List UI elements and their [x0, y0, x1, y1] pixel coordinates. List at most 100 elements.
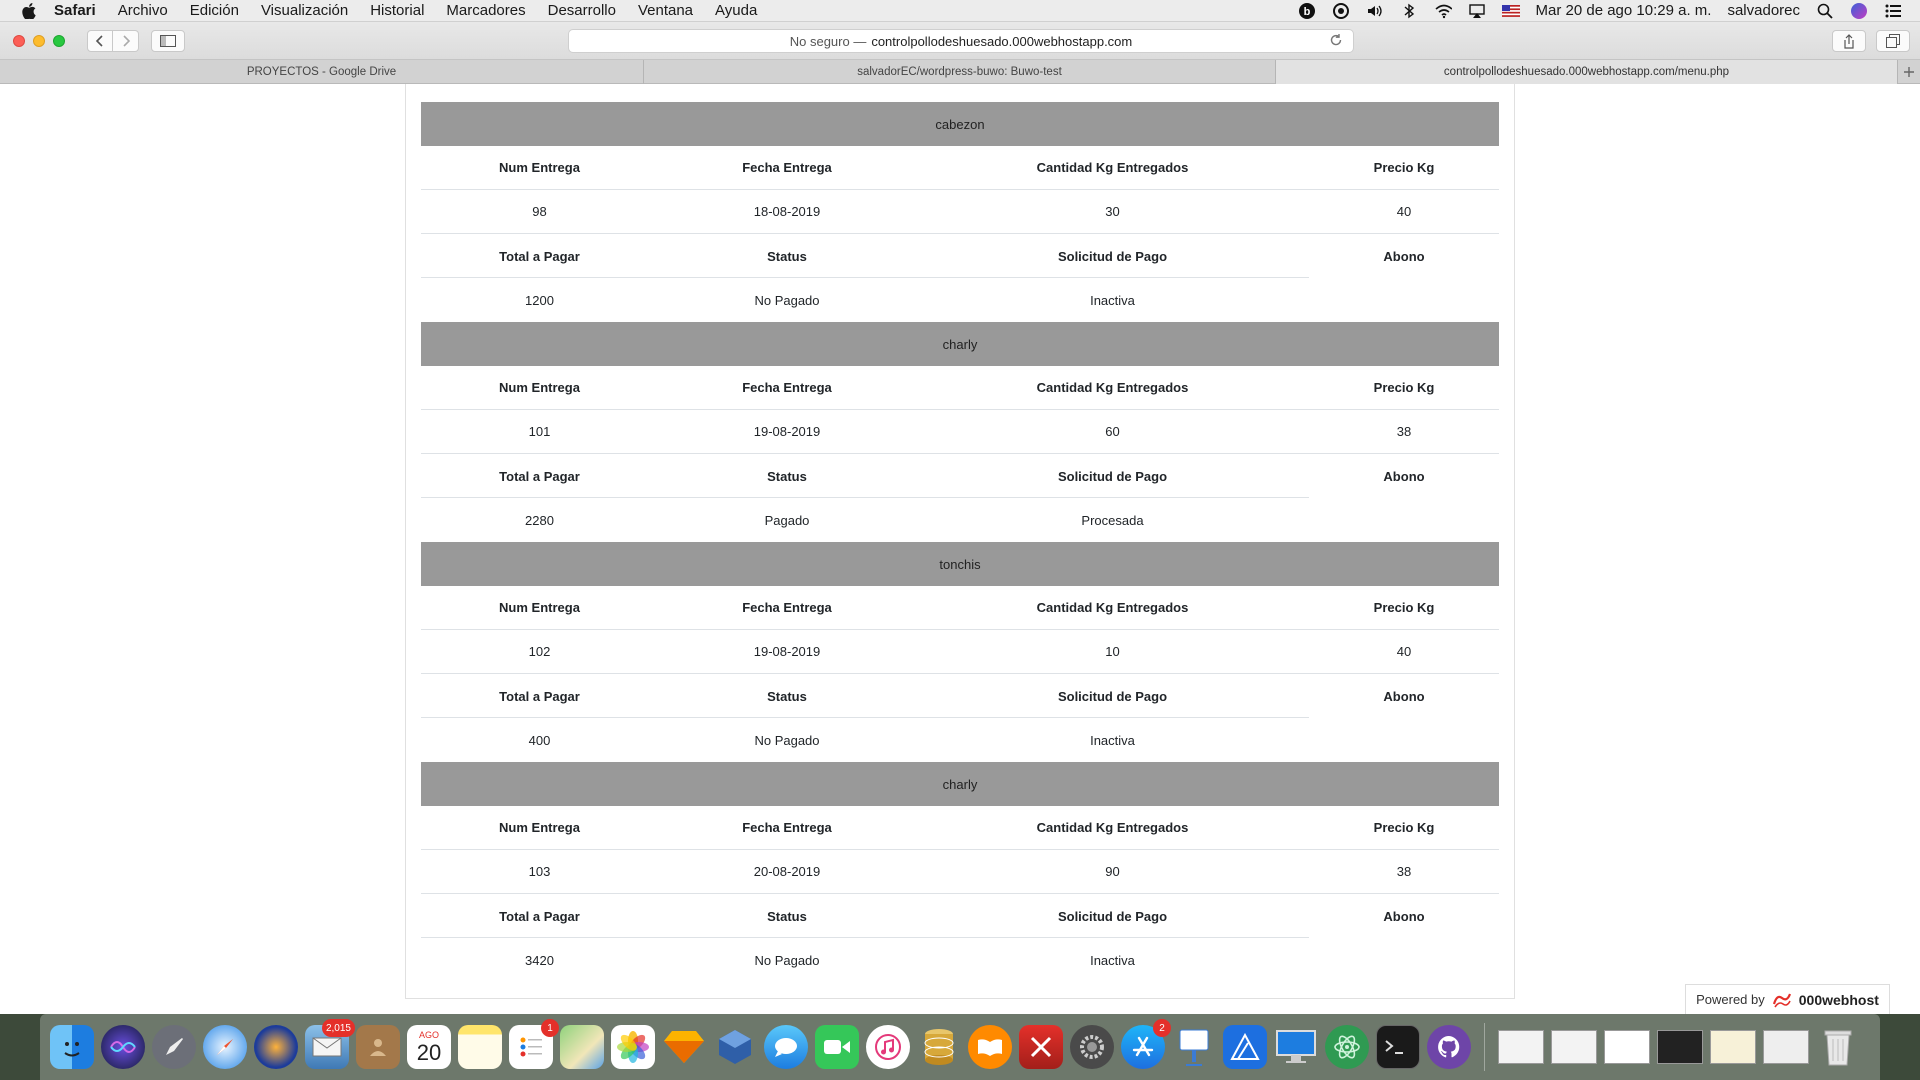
- siri-dock-icon[interactable]: [101, 1025, 145, 1069]
- sidebar-toggle-button[interactable]: [151, 29, 185, 52]
- col-status: Status: [767, 908, 807, 924]
- back-button[interactable]: [87, 29, 113, 52]
- us-flag-icon[interactable]: [1501, 2, 1520, 20]
- xampp-icon[interactable]: [1019, 1025, 1063, 1069]
- solicitud-pago-value: Procesada: [1081, 512, 1144, 528]
- menubar-user[interactable]: salvadorec: [1727, 2, 1800, 19]
- menu-safari[interactable]: Safari: [54, 2, 96, 19]
- reminders-badge: 1: [541, 1019, 559, 1037]
- minimized-window-thumb[interactable]: [1604, 1030, 1650, 1064]
- tab-overview-icon: [1886, 34, 1900, 48]
- minimized-window-thumb[interactable]: [1498, 1030, 1544, 1064]
- col-abono: Abono: [1383, 248, 1425, 264]
- menu-edicion[interactable]: Edición: [190, 2, 239, 19]
- status-value: No Pagado: [754, 952, 820, 968]
- col-abono: Abono: [1383, 468, 1425, 484]
- table-row: 101 19-08-2019 60 38: [421, 410, 1499, 454]
- menubar-clock[interactable]: Mar 20 de ago 10:29 a. m.: [1536, 2, 1712, 19]
- minimized-window-thumb[interactable]: [1657, 1030, 1703, 1064]
- apple-icon[interactable]: [18, 0, 40, 22]
- minimized-window-thumb[interactable]: [1710, 1030, 1756, 1064]
- messages-icon[interactable]: [764, 1025, 808, 1069]
- reload-icon[interactable]: [1329, 33, 1345, 49]
- spotlight-search-icon[interactable]: [1816, 2, 1834, 20]
- col-num-entrega: Num Entrega: [499, 600, 580, 615]
- facetime-icon[interactable]: [815, 1025, 859, 1069]
- solicitud-pago-value: Inactiva: [1090, 292, 1135, 308]
- window-maximize-button[interactable]: [53, 34, 65, 47]
- minimized-window-thumb[interactable]: [1763, 1030, 1809, 1064]
- status-value: Pagado: [764, 512, 810, 528]
- system-preferences-icon[interactable]: [1070, 1025, 1114, 1069]
- app-store-badge: 2: [1153, 1019, 1171, 1037]
- tab-overview-button[interactable]: [1876, 30, 1910, 52]
- desktop-monitor-icon[interactable]: [1274, 1025, 1318, 1069]
- affinity-designer-icon[interactable]: [1223, 1025, 1267, 1069]
- notes-icon[interactable]: [458, 1025, 502, 1069]
- num-entrega-value: 98: [532, 204, 547, 219]
- launchpad-icon[interactable]: [152, 1025, 196, 1069]
- insecure-label: No seguro —: [789, 33, 867, 49]
- col-fecha-entrega: Fecha Entrega: [742, 380, 832, 395]
- maps-icon[interactable]: [560, 1025, 604, 1069]
- table-row: Num Entrega Fecha Entrega Cantidad Kg En…: [421, 806, 1499, 850]
- app-store-icon[interactable]: 2: [1121, 1019, 1171, 1069]
- siri-icon[interactable]: [1850, 2, 1868, 20]
- terminal-icon[interactable]: [1376, 1025, 1420, 1069]
- fecha-entrega-value: 19-08-2019: [753, 424, 821, 439]
- menu-ventana[interactable]: Ventana: [638, 2, 693, 19]
- b-app-icon[interactable]: b: [1298, 2, 1316, 20]
- dock: 2,015 AGO 20 1 2: [40, 1014, 1880, 1080]
- col-total-pagar: Total a Pagar: [499, 248, 580, 264]
- minimized-window-thumb[interactable]: [1551, 1030, 1597, 1064]
- github-desktop-icon[interactable]: [1427, 1025, 1471, 1069]
- safari-dock-icon[interactable]: [203, 1025, 247, 1069]
- menu-ayuda[interactable]: Ayuda: [715, 2, 757, 19]
- entry-card: charly Num Entrega Fecha Entrega Cantida…: [421, 762, 1499, 982]
- calendar-month: AGO: [418, 1029, 439, 1040]
- ibooks-icon[interactable]: [968, 1025, 1012, 1069]
- window-minimize-button[interactable]: [33, 34, 45, 47]
- num-entrega-value: 102: [528, 644, 551, 659]
- mail-icon[interactable]: 2,015: [305, 1019, 355, 1069]
- menu-archivo[interactable]: Archivo: [118, 2, 168, 19]
- trash-icon[interactable]: [1816, 1025, 1860, 1069]
- table-row: Total a Pagar Status Solicitud de Pago A…: [421, 454, 1499, 498]
- volume-icon[interactable]: [1366, 2, 1384, 20]
- atom-icon[interactable]: [1325, 1025, 1369, 1069]
- table-row: Total a Pagar Status Solicitud de Pago A…: [421, 894, 1499, 938]
- address-bar[interactable]: No seguro — controlpollodeshuesado.000we…: [568, 29, 1354, 53]
- itunes-icon[interactable]: [866, 1025, 910, 1069]
- reminders-icon[interactable]: 1: [509, 1019, 559, 1069]
- airplay-icon[interactable]: [1468, 2, 1486, 20]
- calendar-icon[interactable]: AGO 20: [407, 1025, 451, 1069]
- sequel-pro-icon[interactable]: [917, 1025, 961, 1069]
- window-close-button[interactable]: [13, 34, 25, 47]
- powered-by-badge[interactable]: Powered by 000webhost: [1685, 984, 1890, 1014]
- virtualbox-icon[interactable]: [713, 1025, 757, 1069]
- tab-menu-php[interactable]: controlpollodeshuesado.000webhostapp.com…: [1276, 60, 1898, 84]
- table-row: 103 20-08-2019 90 38: [421, 850, 1499, 894]
- forward-button[interactable]: [113, 29, 139, 52]
- menu-marcadores[interactable]: Marcadores: [446, 2, 525, 19]
- photos-icon[interactable]: [611, 1025, 655, 1069]
- keynote-icon[interactable]: [1172, 1025, 1216, 1069]
- menu-desarrollo[interactable]: Desarrollo: [548, 2, 616, 19]
- share-button[interactable]: [1832, 30, 1866, 52]
- firefox-icon[interactable]: [254, 1025, 298, 1069]
- tab-google-drive[interactable]: PROYECTOS - Google Drive: [0, 60, 644, 84]
- wifi-icon[interactable]: [1434, 2, 1452, 20]
- table-row: Total a Pagar Status Solicitud de Pago A…: [421, 234, 1499, 278]
- new-tab-button[interactable]: [1898, 60, 1920, 84]
- finder-icon[interactable]: [50, 1025, 94, 1069]
- precio-kg-value: 40: [1396, 204, 1412, 219]
- menu-visualizacion[interactable]: Visualización: [261, 2, 348, 19]
- sketch-icon[interactable]: [662, 1025, 706, 1069]
- menu-historial[interactable]: Historial: [370, 2, 424, 19]
- notification-center-icon[interactable]: [1884, 2, 1902, 20]
- tab-github-wordpress-buwo[interactable]: salvadorEC/wordpress-buwo: Buwo-test: [644, 60, 1276, 84]
- contacts-icon[interactable]: [356, 1025, 400, 1069]
- bluetooth-icon[interactable]: [1400, 2, 1418, 20]
- creative-cloud-icon[interactable]: [1332, 2, 1350, 20]
- table-row: 3420 No Pagado Inactiva: [421, 938, 1499, 982]
